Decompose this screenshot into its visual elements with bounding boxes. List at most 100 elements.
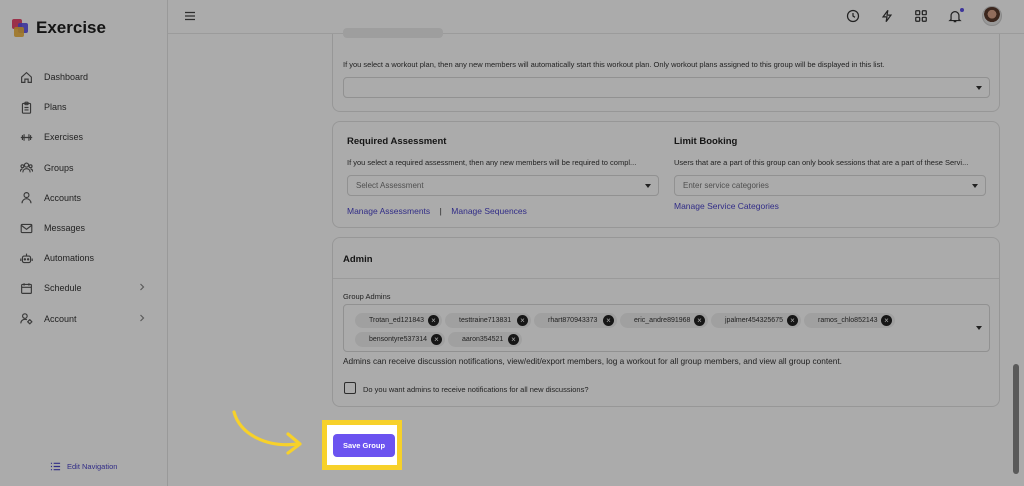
brand[interactable]: Exercise <box>12 18 106 38</box>
assessment-select[interactable]: Select Assessment <box>347 175 659 196</box>
remove-chip-icon[interactable]: × <box>508 334 519 345</box>
admin-chip-label: testtraine713831 <box>459 317 512 324</box>
calendar-icon <box>21 283 32 294</box>
sidebar-nav: Dashboard Plans Exercises Groups Account… <box>0 62 168 334</box>
assessment-booking-card: Required Assessment If you select a requ… <box>332 121 1000 228</box>
top-bar <box>168 0 1024 34</box>
save-group-button[interactable]: Save Group <box>333 434 395 457</box>
remove-chip-icon[interactable]: × <box>517 315 528 326</box>
lightning-icon[interactable] <box>880 9 894 23</box>
admin-chip-label: jpalmer454325675 <box>725 317 783 324</box>
sidebar-item-label: Plans <box>44 102 67 113</box>
service-categories-select[interactable]: Enter service categories <box>674 175 986 196</box>
chevron-right-icon[interactable] <box>138 314 146 322</box>
avatar[interactable] <box>982 6 1002 26</box>
manage-service-categories-link[interactable]: Manage Service Categories <box>674 201 779 211</box>
clipboard-icon <box>21 101 32 114</box>
limit-booking-title: Limit Booking <box>674 136 738 147</box>
admin-chip: testtraine713831 × <box>445 313 531 328</box>
sidebar-item-account[interactable]: Account <box>0 304 168 334</box>
sidebar-item-label: Schedule <box>44 283 82 294</box>
dumbbell-icon <box>20 134 33 141</box>
sidebar-item-label: Groups <box>44 162 74 173</box>
notification-dot <box>960 8 964 12</box>
admin-card: Admin Group Admins Trotan_ed121843 × test… <box>332 237 1000 407</box>
exercise-logo-icon <box>12 19 30 37</box>
group-admins-label: Group Admins <box>343 292 391 301</box>
remove-chip-icon[interactable]: × <box>787 315 798 326</box>
user-icon <box>21 192 32 204</box>
admin-chip: rhart870943373 × <box>534 313 617 328</box>
mail-icon <box>20 223 33 233</box>
users-icon <box>20 162 33 173</box>
sidebar-item-groups[interactable]: Groups <box>0 153 168 183</box>
assessment-links: Manage Assessments | Manage Sequences <box>347 201 527 219</box>
notify-admins-label: Do you want admins to receive notificati… <box>363 385 589 394</box>
remove-chip-icon[interactable]: × <box>428 315 439 326</box>
sidebar-item-dashboard[interactable]: Dashboard <box>0 62 168 92</box>
clock-icon[interactable] <box>846 9 860 23</box>
group-admins-input[interactable]: Trotan_ed121843 × testtraine713831 × rhart… <box>343 304 990 352</box>
manage-sequences-link[interactable]: Manage Sequences <box>451 206 527 216</box>
divider <box>333 278 999 279</box>
remove-chip-icon[interactable]: × <box>881 315 892 326</box>
app-title: Exercise <box>36 18 106 37</box>
sidebar-item-label: Accounts <box>44 192 82 203</box>
scrollbar-thumb[interactable] <box>1013 364 1019 474</box>
notifications-button[interactable] <box>948 8 964 23</box>
edit-navigation-label: Edit Navigation <box>67 462 118 471</box>
admin-chip-label: Trotan_ed121843 <box>369 317 425 324</box>
admin-chip: eric_andre891968 × <box>620 313 708 328</box>
list-icon <box>50 462 61 471</box>
remove-chip-icon[interactable]: × <box>694 315 705 326</box>
sidebar-item-label: Account <box>44 313 77 324</box>
grid-apps-icon[interactable] <box>914 9 928 23</box>
admin-chip-label: ramos_chlo852143 <box>818 317 878 324</box>
hamburger-menu-icon[interactable] <box>184 10 196 22</box>
workout-plan-card: If you select a workout plan, then any n… <box>332 28 1000 112</box>
user-gear-icon <box>20 313 33 325</box>
sidebar-item-label: Dashboard <box>44 72 89 83</box>
home-icon <box>21 71 32 83</box>
sidebar-item-label: Exercises <box>44 132 84 143</box>
link-separator: | <box>439 206 442 216</box>
admin-title: Admin <box>343 254 373 265</box>
assessment-select-placeholder: Select Assessment <box>356 181 424 190</box>
admin-chip-label: bensontyre537314 <box>369 336 427 343</box>
admins-description: Admins can receive discussion notificati… <box>343 356 842 366</box>
sidebar-item-accounts[interactable]: Accounts <box>0 183 168 213</box>
sidebar-item-automations[interactable]: Automations <box>0 243 168 273</box>
remove-chip-icon[interactable]: × <box>603 315 614 326</box>
admin-chip: aaron354521 × <box>448 332 522 347</box>
manage-assessments-link[interactable]: Manage Assessments <box>347 206 430 216</box>
sidebar-item-label: Automations <box>44 253 95 264</box>
top-bar-actions <box>846 6 1002 26</box>
sidebar-item-plans[interactable]: Plans <box>0 92 168 122</box>
sidebar-item-schedule[interactable]: Schedule <box>0 273 168 303</box>
admin-chip: ramos_chlo852143 × <box>804 313 895 328</box>
notify-admins-checkbox[interactable] <box>344 382 356 394</box>
required-assessment-hint: If you select a required assessment, the… <box>347 158 637 167</box>
caret-down-icon <box>645 184 651 188</box>
sidebar-item-label: Messages <box>44 223 86 234</box>
chevron-right-icon[interactable] <box>138 283 146 291</box>
workout-plan-hint: If you select a workout plan, then any n… <box>343 60 885 69</box>
required-assessment-title: Required Assessment <box>347 136 447 147</box>
caret-down-icon <box>976 86 982 90</box>
sidebar-item-exercises[interactable]: Exercises <box>0 122 168 152</box>
sidebar: Exercise Dashboard Plans Exercises Group… <box>0 0 168 486</box>
admin-chip-label: eric_andre891968 <box>634 317 691 324</box>
caret-down-icon[interactable] <box>976 326 982 330</box>
limit-booking-hint: Users that are a part of this group can … <box>674 158 969 167</box>
caret-down-icon <box>972 184 978 188</box>
admin-chip: Trotan_ed121843 × <box>355 313 442 328</box>
admin-chip-label: aaron354521 <box>462 336 504 343</box>
edit-navigation-link[interactable]: Edit Navigation <box>50 461 117 472</box>
admin-chip: jpalmer454325675 × <box>711 313 801 328</box>
remove-chip-icon[interactable]: × <box>431 334 442 345</box>
section-title-cutoff <box>343 28 443 38</box>
workout-plan-select[interactable] <box>343 77 990 98</box>
service-categories-placeholder: Enter service categories <box>683 181 769 190</box>
sidebar-item-messages[interactable]: Messages <box>0 213 168 243</box>
admin-chip: bensontyre537314 × <box>355 332 445 347</box>
